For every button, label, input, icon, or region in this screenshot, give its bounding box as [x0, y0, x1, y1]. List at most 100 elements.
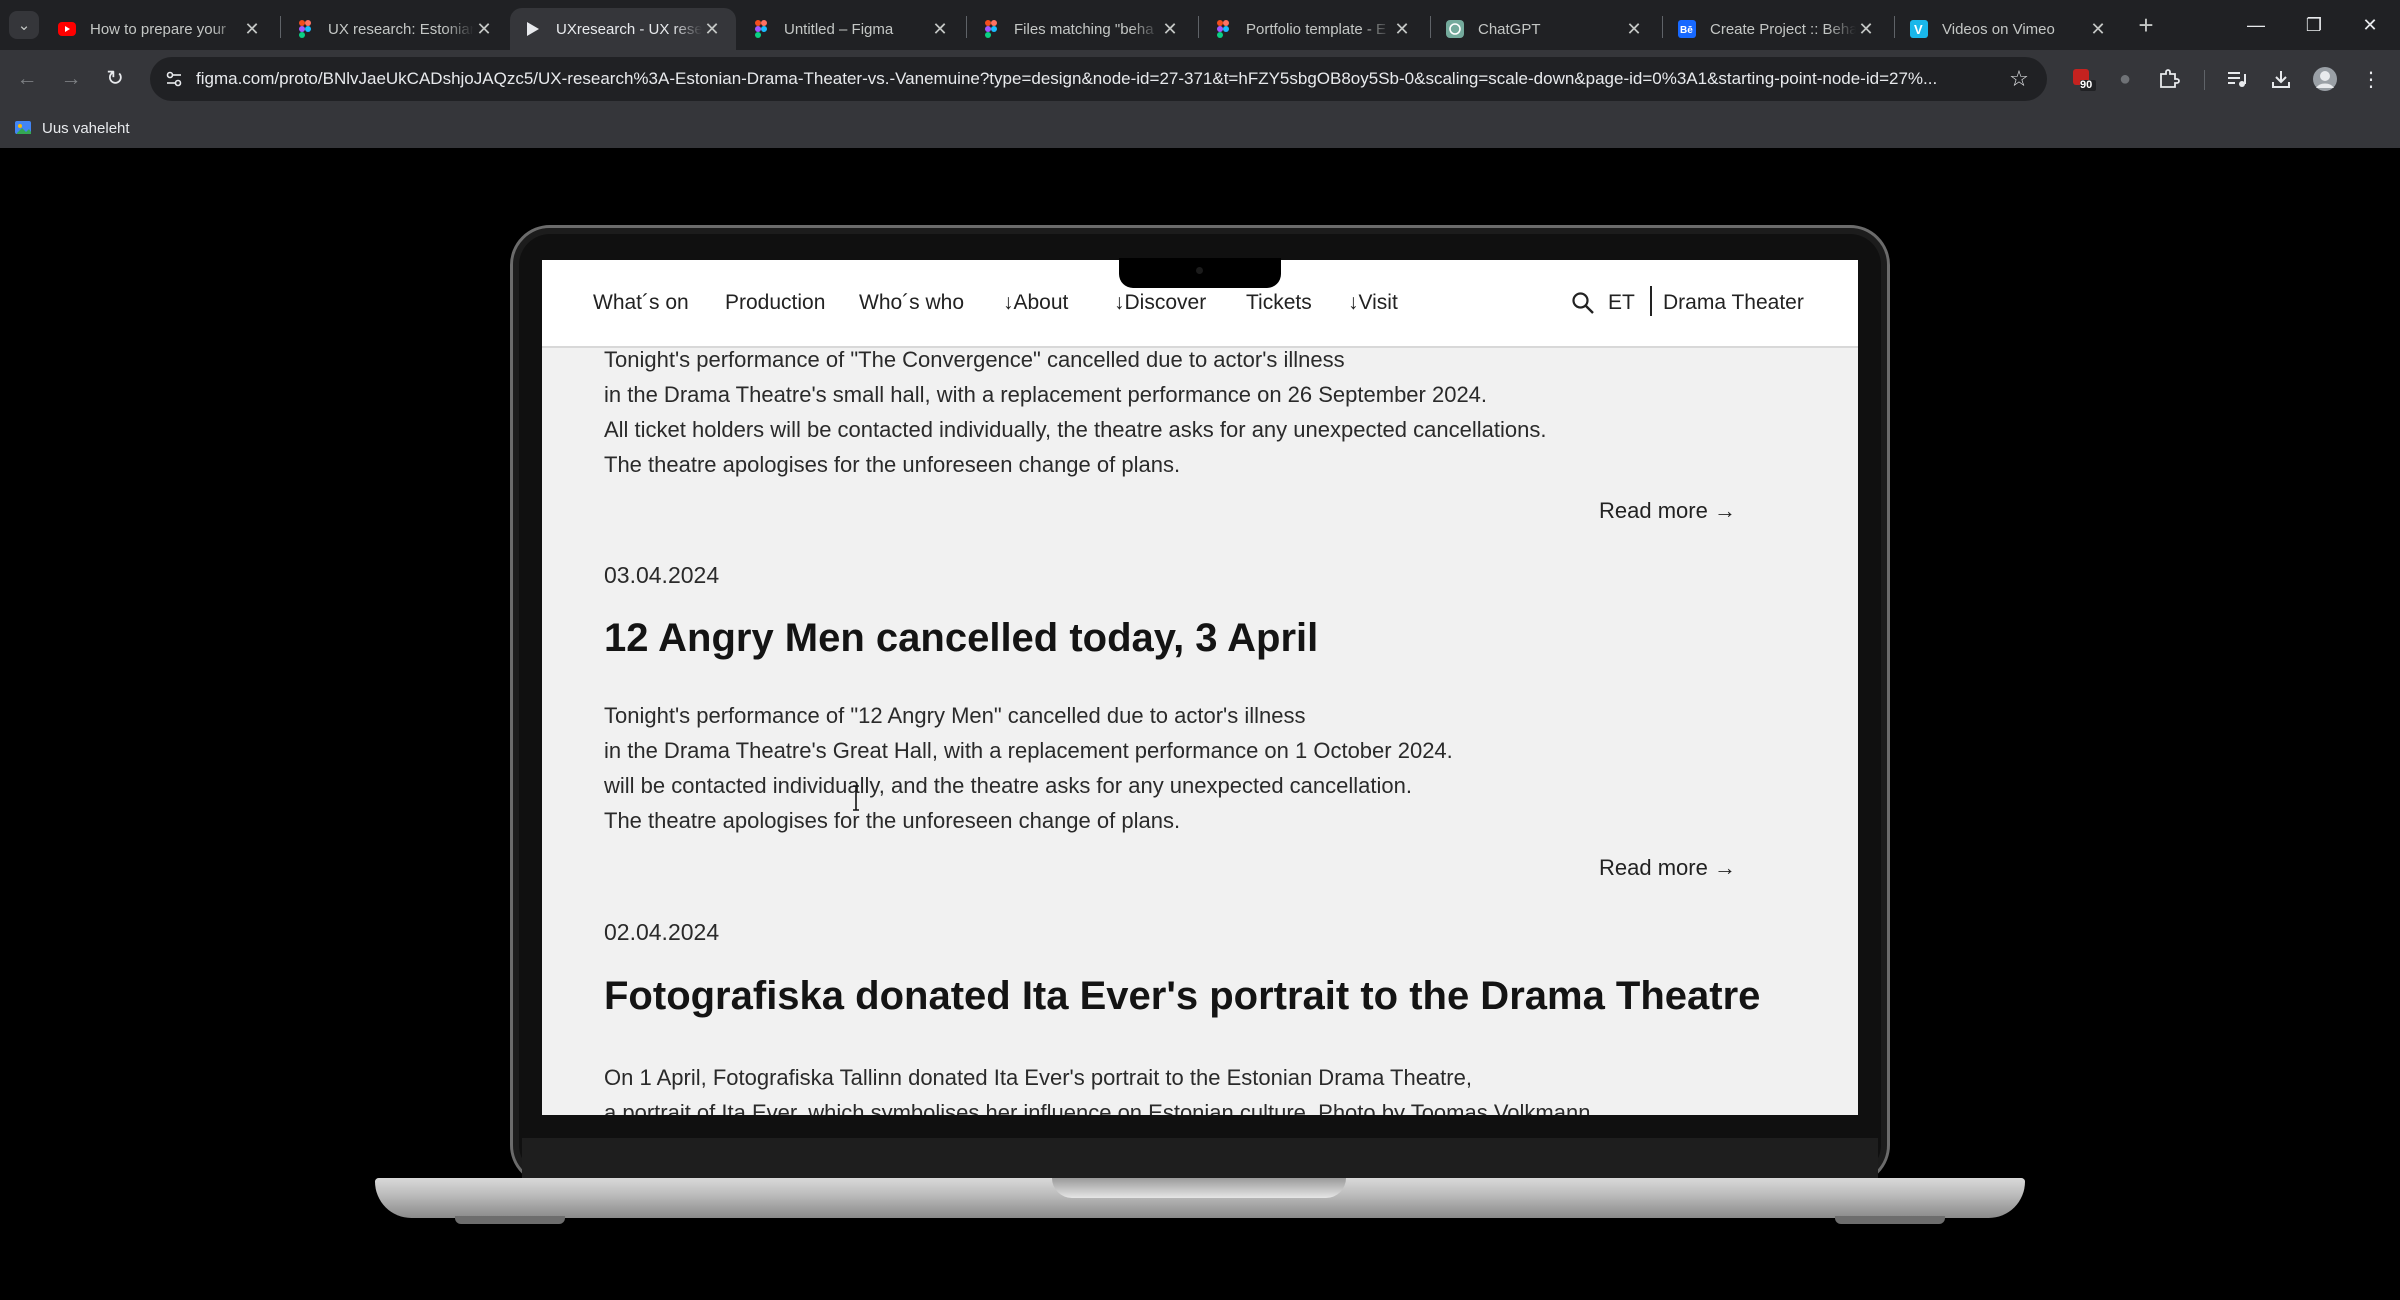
menu-kebab-icon[interactable]: ⋮	[2358, 66, 2384, 92]
new-tab-button[interactable]: +	[2130, 10, 2162, 42]
bookmark-item[interactable]: Uus vaheleht	[14, 116, 130, 140]
language-switch[interactable]: ET	[1608, 291, 1635, 315]
laptop-screen: Tonight's performance of "The Convergenc…	[542, 260, 1858, 1115]
news-item: 02.04.2024	[604, 919, 1804, 946]
close-icon[interactable]: ✕	[1856, 19, 1876, 40]
news-body-line: in the Drama Theatre's Great Hall, with …	[604, 738, 1453, 763]
nav-tickets[interactable]: Tickets	[1246, 291, 1312, 315]
news-title[interactable]: 12 Angry Men cancelled today, 3 April	[604, 616, 1804, 661]
figma-icon	[296, 20, 314, 38]
figma-icon	[752, 20, 770, 38]
site-info-icon[interactable]	[164, 69, 184, 89]
camera-notch	[1119, 258, 1281, 288]
close-icon[interactable]: ✕	[1624, 19, 1644, 40]
url-text[interactable]: figma.com/proto/BNlvJaeUkCADshjoJAQzc5/U…	[196, 57, 1996, 101]
news-item-title-wrap: Fotografiska donated Ita Ever's portrait…	[604, 974, 1844, 1019]
news-item: Tonight's performance of "The Convergenc…	[604, 342, 1804, 482]
figma-icon	[982, 20, 1000, 38]
tab-title: Videos on Vimeo	[1942, 20, 2055, 38]
restore-button[interactable]: ❐	[2284, 8, 2344, 42]
mouse-cursor-icon	[853, 785, 859, 811]
news-item-body-wrap: On 1 April, Fotografiska Tallinn donated…	[604, 1060, 1804, 1115]
extension-badge-icon[interactable]: 90	[2070, 66, 2096, 92]
news-item: 03.04.2024	[604, 562, 1804, 589]
nav-about[interactable]: ↓About	[1003, 291, 1068, 315]
close-icon[interactable]: ✕	[1160, 19, 1180, 40]
browser-toolbar: ← → ↻ figma.com/proto/BNlvJaeUkCADshjoJA…	[0, 50, 2400, 108]
tab-separator	[1198, 16, 1199, 38]
tab-uxresearch-active[interactable]: UXresearch - UX rese ✕	[510, 8, 736, 50]
back-button[interactable]: ←	[12, 64, 42, 94]
reload-button[interactable]: ↻	[100, 64, 130, 94]
read-more-link[interactable]: Read more →	[1599, 855, 1736, 881]
news-body-line: The theatre apologises for the unforesee…	[604, 808, 1181, 833]
nav-visit[interactable]: ↓Visit	[1348, 291, 1398, 315]
news-title[interactable]: Fotografiska donated Ita Ever's portrait…	[604, 974, 1844, 1019]
puzzle-icon[interactable]	[2156, 66, 2182, 92]
news-list: Tonight's performance of "The Convergenc…	[542, 260, 1858, 1115]
plus-icon: +	[2138, 10, 2154, 40]
tab-separator	[1894, 16, 1895, 38]
tab-files-matching[interactable]: Files matching "beha ✕	[968, 8, 1194, 50]
close-icon[interactable]: ✕	[474, 19, 494, 40]
tab-strip: ⌄ How to prepare your ✕ UX research: Est…	[0, 0, 2400, 50]
new-tab-icon	[15, 121, 31, 134]
address-bar[interactable]: figma.com/proto/BNlvJaeUkCADshjoJAQzc5/U…	[150, 57, 2047, 101]
close-icon[interactable]: ✕	[930, 19, 950, 40]
search-icon[interactable]	[1570, 290, 1596, 316]
close-window-button[interactable]: ✕	[2340, 8, 2400, 42]
profile-avatar-icon[interactable]	[2312, 66, 2338, 92]
tab-ux-research[interactable]: UX research: Estonian ✕	[282, 8, 508, 50]
news-body-line: will be contacted individually, and the …	[604, 773, 1412, 798]
star-icon[interactable]: ☆	[2007, 67, 2031, 91]
tab-search-button[interactable]: ⌄	[9, 11, 39, 39]
tab-portfolio-template[interactable]: Portfolio template - E ✕	[1200, 8, 1426, 50]
media-control-icon[interactable]	[2224, 66, 2250, 92]
tab-title: ChatGPT	[1478, 20, 1541, 38]
minimize-button[interactable]: —	[2226, 8, 2286, 42]
tab-separator	[1430, 16, 1431, 38]
tab-title: UXresearch - UX rese	[556, 20, 702, 38]
arrow-right-icon: →	[60, 67, 82, 90]
tab-title: UX research: Estonian	[328, 20, 474, 38]
svg-text:Bē: Bē	[1680, 25, 1693, 36]
news-body-line: On 1 April, Fotografiska Tallinn donated…	[604, 1065, 1472, 1090]
nav-divider	[1650, 286, 1652, 316]
read-more-link[interactable]: Read more →	[1599, 498, 1736, 524]
close-icon[interactable]: ✕	[1392, 19, 1412, 40]
extension-badge-count: 90	[2080, 79, 2093, 91]
tab-separator	[1662, 16, 1663, 38]
close-icon[interactable]: ✕	[2088, 19, 2108, 40]
chatgpt-icon	[1446, 20, 1464, 38]
reload-icon: ↻	[106, 67, 124, 90]
tab-how-to-prepare[interactable]: How to prepare your ✕	[44, 8, 276, 50]
news-body: On 1 April, Fotografiska Tallinn donated…	[604, 1060, 1804, 1115]
close-icon: ✕	[2362, 15, 2378, 35]
tab-separator	[966, 16, 967, 38]
tab-title: Files matching "beha	[1014, 20, 1154, 38]
nav-production[interactable]: Production	[725, 291, 825, 315]
svg-text:V: V	[1914, 22, 1923, 37]
news-date: 02.04.2024	[604, 919, 720, 945]
toolbar-separator	[2204, 70, 2205, 90]
nav-whats-on[interactable]: What´s on	[593, 291, 689, 315]
close-icon[interactable]: ✕	[242, 19, 262, 40]
news-body-line: in the Drama Theatre's small hall, with …	[604, 382, 1488, 407]
tab-create-project[interactable]: Bē Create Project :: Beha ✕	[1664, 8, 1890, 50]
download-icon[interactable]	[2268, 66, 2294, 92]
tab-chatgpt[interactable]: ChatGPT ✕	[1432, 8, 1658, 50]
close-icon[interactable]: ✕	[702, 19, 722, 40]
tab-videos-vimeo[interactable]: V Videos on Vimeo ✕	[1896, 8, 2122, 50]
tab-title: Portfolio template - E	[1246, 20, 1387, 38]
chevron-down-icon: ⌄	[17, 17, 31, 34]
news-item-body-wrap: Tonight's performance of "12 Angry Men" …	[604, 698, 1804, 838]
nav-discover[interactable]: ↓Discover	[1114, 291, 1206, 315]
brand-link[interactable]: Drama Theater	[1663, 291, 1804, 315]
nav-whos-who[interactable]: Who´s who	[859, 291, 964, 315]
tab-untitled-figma[interactable]: Untitled – Figma ✕	[738, 8, 964, 50]
news-body: Tonight's performance of "12 Angry Men" …	[604, 698, 1804, 838]
forward-button[interactable]: →	[56, 64, 86, 94]
extension-icon[interactable]: ●	[2112, 66, 2138, 92]
minimize-icon: —	[2247, 15, 2265, 35]
bookmarks-bar: Uus vaheleht	[0, 108, 2400, 148]
